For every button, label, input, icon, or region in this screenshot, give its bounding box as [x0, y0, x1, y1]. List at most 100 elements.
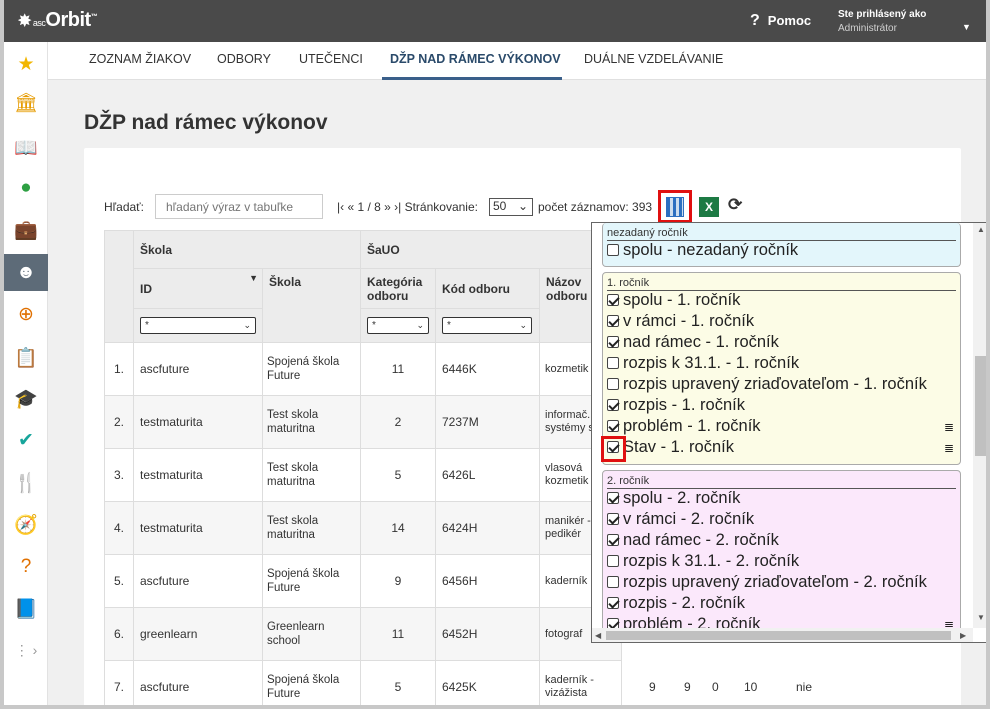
column-option[interactable]: problém - 1. ročník ≣ [603, 417, 960, 438]
excel-export-icon[interactable]: X [699, 197, 719, 217]
help-book-icon[interactable]: ? [4, 548, 48, 585]
tab-students[interactable]: ZOZNAM ŽIAKOV [89, 52, 191, 66]
briefcase-icon[interactable]: 💼 [4, 211, 48, 248]
table-cell: 4. [104, 501, 134, 555]
header-category[interactable]: Kategória odboru [360, 268, 436, 309]
notebook-icon[interactable]: 📘 [4, 590, 48, 627]
header-school[interactable]: Škola [262, 268, 361, 343]
column-option[interactable]: nad rámec - 1. ročník [603, 333, 960, 354]
tab-fields[interactable]: ODBORY [217, 52, 271, 66]
column-option[interactable]: rozpis - 1. ročník [603, 396, 960, 417]
scroll-right-icon[interactable]: ▶ [960, 631, 966, 640]
table-row[interactable]: 1. ascfuture Spojená škola Future 11 6446K ko… [104, 342, 622, 396]
graduation-icon[interactable]: 🎓 [4, 380, 48, 417]
filter-code-select[interactable]: * ⌄ [442, 317, 532, 334]
table-cell: 2 [360, 395, 436, 449]
column-checkbox[interactable] [607, 244, 619, 256]
column-checkbox[interactable] [607, 597, 619, 609]
pager[interactable]: |‹ « 1 / 8 » ›| Stránkovanie: [337, 200, 478, 214]
column-option-label: spolu - 1. ročník [623, 291, 741, 309]
food-icon[interactable]: 🍴 [4, 464, 48, 501]
column-checkbox[interactable] [607, 420, 619, 432]
student-icon[interactable]: ☻ [4, 254, 48, 291]
column-option[interactable]: v rámci - 2. ročník [603, 510, 960, 531]
compass-icon[interactable]: 🧭 [4, 506, 48, 543]
column-checkbox[interactable] [607, 357, 619, 369]
column-option[interactable]: v rámci - 1. ročník [603, 312, 960, 333]
more-icon[interactable]: ⋮ › [4, 632, 48, 669]
table-row[interactable]: 5. ascfuture Spojená škola Future 9 6456H kad… [104, 554, 622, 608]
column-checkbox[interactable] [607, 555, 619, 567]
group-unassigned: nezadaný ročník spolu - nezadaný ročník [602, 223, 961, 267]
search-input[interactable] [155, 194, 323, 219]
column-option-label: problém - 1. ročník [623, 417, 761, 435]
school-add-icon[interactable]: ⊕ [4, 296, 48, 333]
help-button[interactable]: ? Pomoc [750, 12, 811, 30]
table-cell: 14 [360, 501, 436, 555]
column-checkbox[interactable] [607, 399, 619, 411]
table-row[interactable]: 2. testmaturita Test skola maturitna 2 7237M… [104, 395, 622, 449]
column-option[interactable]: Stav - 1. ročník ≣ [603, 438, 960, 459]
columns-button[interactable] [658, 190, 692, 223]
sort-icon[interactable]: ▼ [249, 273, 258, 283]
scroll-thumb[interactable] [975, 356, 986, 456]
drag-handle-icon[interactable]: ≣ [944, 420, 954, 434]
columns-icon [666, 196, 684, 217]
star-icon[interactable]: ★ [4, 46, 48, 83]
scroll-thumb[interactable] [606, 631, 951, 640]
horizontal-scrollbar[interactable]: ◀ ▶ [592, 628, 973, 642]
column-option-label: spolu - 2. ročník [623, 489, 741, 507]
column-option[interactable]: rozpis - 2. ročník [603, 594, 960, 615]
column-option[interactable]: nad rámec - 2. ročník [603, 531, 960, 552]
table-cell: Spojená škola Future [262, 342, 361, 396]
column-option[interactable]: spolu - 1. ročník [603, 291, 960, 312]
tab-dual[interactable]: DUÁLNE VZDELÁVANIE [584, 52, 723, 66]
institution-icon[interactable]: 🏛 [4, 84, 48, 121]
app-logo[interactable]: ✸ ascOrbit™ [18, 9, 98, 32]
table-cell: 10 [744, 680, 758, 694]
column-checkbox[interactable] [607, 513, 619, 525]
column-checkbox[interactable] [607, 378, 619, 390]
column-option[interactable]: rozpis upravený zriaďovateľom - 1. roční… [603, 375, 960, 396]
table-row[interactable]: 4. testmaturita Test skola maturitna 14 6424… [104, 501, 622, 555]
filter-category-select[interactable]: * ⌄ [367, 317, 429, 334]
column-checkbox[interactable] [607, 336, 619, 348]
location-icon[interactable]: ● [4, 169, 48, 206]
scroll-left-icon[interactable]: ◀ [595, 631, 601, 640]
column-option[interactable]: rozpis upravený zriaďovateľom - 2. roční… [603, 573, 960, 594]
column-option[interactable]: rozpis k 31.1. - 1. ročník [603, 354, 960, 375]
row-number-header [104, 230, 134, 343]
table-row[interactable]: 6. greenlearn Greenlearn school 11 6452H foto… [104, 607, 622, 661]
scroll-up-icon[interactable]: ▲ [977, 225, 985, 234]
column-checkbox[interactable] [607, 315, 619, 327]
column-checkbox[interactable] [607, 492, 619, 504]
table-body: 1. ascfuture Spojená škola Future 11 6446K ko… [104, 342, 622, 705]
table-cell: nie [796, 680, 813, 694]
column-option[interactable]: spolu - nezadaný ročník [603, 241, 960, 262]
group-title: 2. ročník [607, 475, 956, 489]
column-checkbox[interactable] [607, 534, 619, 546]
refresh-icon[interactable]: ⟳ [728, 195, 742, 215]
check-circle-icon[interactable]: ✔ [4, 422, 48, 459]
drag-handle-icon[interactable]: ≣ [944, 441, 954, 455]
filter-category-cell: * ⌄ [360, 308, 436, 343]
page-size-select[interactable]: 50 ⌄ [489, 198, 533, 216]
table-cell: 5 [360, 660, 436, 705]
tab-dzp[interactable]: DŽP NAD RÁMEC VÝKONOV [390, 52, 561, 66]
column-checkbox[interactable] [607, 294, 619, 306]
column-checkbox[interactable] [607, 576, 619, 588]
column-option[interactable]: spolu - 2. ročník [603, 489, 960, 510]
table-row[interactable]: 3. testmaturita Test skola maturitna 5 6426L… [104, 448, 622, 502]
user-menu[interactable]: Ste prihlásený ako Administrátor ▼ [838, 8, 971, 36]
vertical-scrollbar[interactable]: ▲ ▼ [973, 223, 986, 628]
tab-refugees[interactable]: UTEČENCI [299, 52, 363, 66]
header-id[interactable]: ID ▼ [133, 268, 263, 309]
filter-id-select[interactable]: * ⌄ [140, 317, 256, 334]
scroll-down-icon[interactable]: ▼ [977, 613, 985, 622]
table-row[interactable]: 7. ascfuture Spojená škola Future 5 6425K kad… [104, 660, 622, 705]
header-code[interactable]: Kód odboru [435, 268, 540, 309]
column-option[interactable]: rozpis k 31.1. - 2. ročník [603, 552, 960, 573]
book-icon[interactable]: 📖 [4, 129, 48, 166]
clipboard-icon[interactable]: 📋 [4, 339, 48, 376]
column-chooser-panel[interactable]: nezadaný ročník spolu - nezadaný ročník 1… [591, 222, 986, 643]
